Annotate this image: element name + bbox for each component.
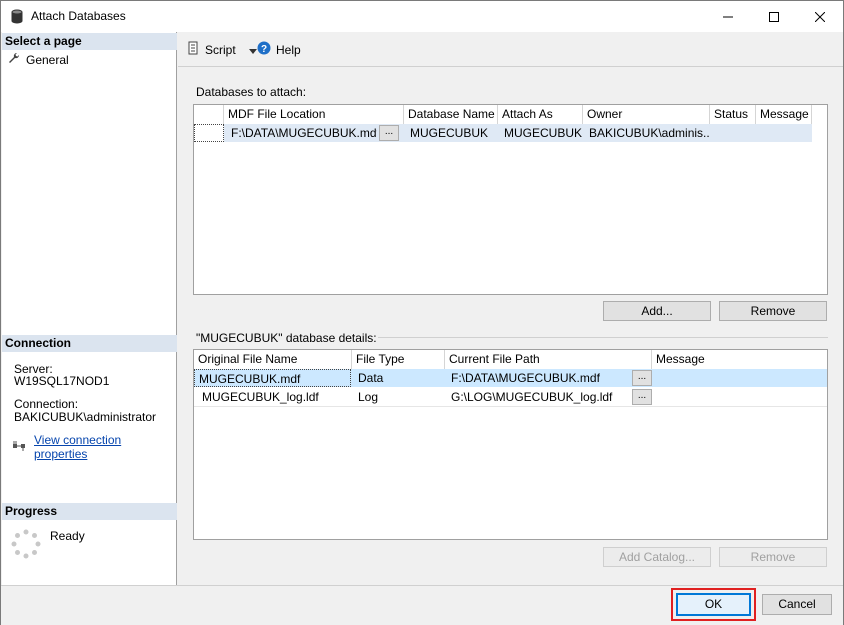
title-bar: Attach Databases [1, 1, 843, 32]
column-header[interactable]: Message [756, 105, 812, 124]
svg-text:?: ? [261, 44, 267, 55]
view-connection-row: View connection properties [12, 433, 176, 461]
add-catalog-button[interactable]: Add Catalog... [603, 547, 711, 567]
progress-status: Ready [50, 529, 85, 543]
mdf-location-cell[interactable]: F:\DATA\MUGECUBUK.mdf [227, 124, 377, 142]
column-header[interactable]: Original File Name [194, 350, 352, 369]
maximize-icon [769, 11, 779, 22]
column-header[interactable]: MDF File Location [224, 105, 404, 124]
databases-grid[interactable]: MDF File Location Database Name Attach A… [193, 104, 828, 295]
minimize-button[interactable] [705, 1, 751, 32]
browse-path-button[interactable]: ... [632, 370, 652, 386]
add-database-button[interactable]: Add... [603, 301, 711, 321]
database-icon [11, 9, 23, 24]
attach-databases-window: Attach Databases Select a page General C… [0, 0, 844, 625]
general-page-content: Databases to attach: MDF File Location D… [178, 67, 843, 585]
database-name-cell[interactable]: MUGECUBUK [406, 124, 498, 142]
help-icon: ? [257, 41, 271, 58]
progress-spinner-icon [11, 529, 41, 559]
page-item-label: General [26, 52, 69, 67]
file-type-cell[interactable]: Data [354, 369, 445, 387]
progress-header: Progress [2, 503, 177, 520]
ok-button[interactable]: OK [676, 593, 751, 616]
left-pane: Select a page General Connection Server:… [2, 32, 177, 585]
database-details-grid[interactable]: Original File Name File Type Current Fil… [193, 349, 828, 540]
select-page-header: Select a page [2, 33, 177, 50]
minimize-icon [723, 16, 733, 17]
message-cell [758, 124, 812, 142]
script-label: Script [205, 42, 236, 57]
original-file-name-cell[interactable]: MUGECUBUK.mdf [194, 369, 351, 387]
current-file-path-cell[interactable]: F:\DATA\MUGECUBUK.mdf [447, 369, 627, 387]
row-divider [194, 406, 827, 407]
owner-cell[interactable]: BAKICUBUK\adminis... [585, 124, 710, 142]
maximize-button[interactable] [751, 1, 797, 32]
original-file-name-cell[interactable]: MUGECUBUK_log.ldf [198, 388, 352, 406]
wrench-icon [8, 52, 20, 67]
database-details-label: "MUGECUBUK" database details: [196, 331, 377, 345]
script-icon [186, 41, 200, 58]
attach-as-cell[interactable]: MUGECUBUK [500, 124, 583, 142]
remove-database-button[interactable]: Remove [719, 301, 827, 321]
message-cell [654, 388, 824, 406]
file-type-cell[interactable]: Log [354, 388, 445, 406]
page-item-general[interactable]: General [8, 52, 69, 67]
connection-header: Connection [2, 335, 177, 352]
close-icon [815, 11, 825, 22]
browse-path-button[interactable]: ... [632, 389, 652, 405]
remove-file-button[interactable]: Remove [719, 547, 827, 567]
help-button[interactable]: ? Help [257, 41, 301, 58]
databases-to-attach-label: Databases to attach: [196, 85, 307, 99]
window-title: Attach Databases [31, 9, 126, 23]
row-header-column [194, 105, 224, 124]
close-button[interactable] [797, 1, 843, 32]
browse-mdf-button[interactable]: ... [379, 125, 399, 141]
dropdown-arrow-icon[interactable] [248, 43, 257, 57]
script-button[interactable]: Script [186, 41, 257, 58]
toolbar: Script ? Help [178, 32, 843, 66]
row-selector[interactable] [194, 124, 224, 142]
help-label: Help [276, 42, 301, 57]
column-header[interactable]: File Type [352, 350, 445, 369]
details-divider [378, 337, 828, 338]
column-header[interactable]: Database Name [404, 105, 498, 124]
current-file-path-cell[interactable]: G:\LOG\MUGECUBUK_log.ldf [447, 388, 627, 406]
column-header[interactable]: Attach As [498, 105, 583, 124]
column-header[interactable]: Status [710, 105, 756, 124]
view-connection-properties-link[interactable]: View connection properties [34, 433, 176, 461]
cancel-button[interactable]: Cancel [762, 594, 832, 615]
server-value: W19SQL17NOD1 [14, 374, 110, 388]
column-header[interactable]: Current File Path [445, 350, 652, 369]
connection-label: Connection: [14, 397, 79, 411]
message-cell [654, 369, 824, 387]
column-header[interactable]: Message [652, 350, 827, 369]
connection-value: BAKICUBUK\administrator [14, 410, 157, 424]
status-cell [712, 124, 756, 142]
connection-plug-icon [12, 440, 26, 455]
column-header[interactable]: Owner [583, 105, 710, 124]
